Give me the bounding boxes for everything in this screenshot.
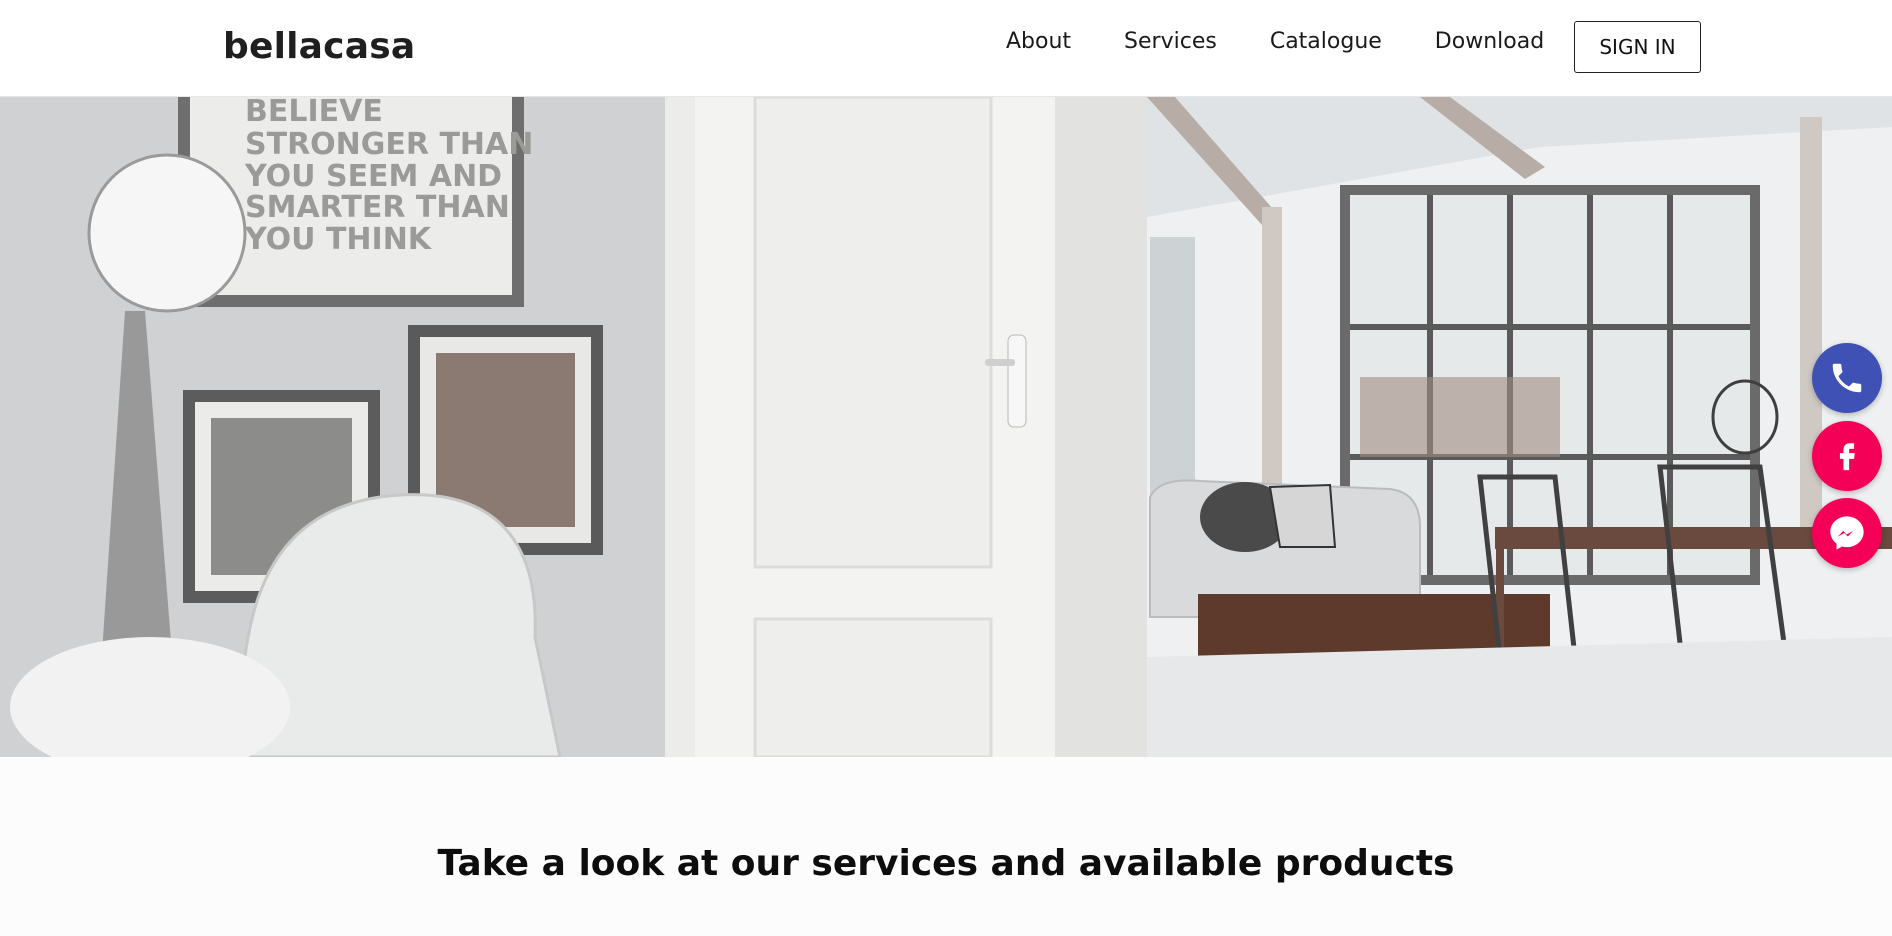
main-nav: About Services Catalogue Download (1006, 29, 1597, 54)
hero-interior-illustration: BELIEVE STRONGER THAN YOU SEEM AND SMART… (0, 97, 1892, 757)
messenger-contact-button[interactable] (1812, 498, 1882, 568)
poster-line-1: BELIEVE (245, 97, 383, 129)
nav-catalogue-link[interactable]: Catalogue (1270, 29, 1382, 54)
poster-line-5: YOU THINK (244, 222, 433, 257)
site-header: bellacasa About Services Catalogue Downl… (0, 0, 1892, 97)
sign-in-button[interactable]: SIGN IN (1574, 21, 1701, 73)
nav-download-link[interactable]: Download (1435, 29, 1544, 54)
section-title: Take a look at our services and availabl… (437, 843, 1455, 884)
nav-services-link[interactable]: Services (1124, 29, 1217, 54)
poster-line-4: SMARTER THAN (245, 190, 510, 225)
phone-contact-button[interactable] (1812, 343, 1882, 413)
poster-line-3: YOU SEEM AND (244, 159, 502, 194)
hero-image: BELIEVE STRONGER THAN YOU SEEM AND SMART… (0, 97, 1892, 757)
facebook-contact-button[interactable] (1812, 421, 1882, 491)
messenger-icon (1830, 516, 1864, 550)
facebook-icon (1839, 443, 1855, 471)
phone-icon (1832, 363, 1862, 393)
poster-line-2: STRONGER THAN (245, 127, 533, 162)
brand-logo[interactable]: bellacasa (223, 26, 415, 67)
nav-about-link[interactable]: About (1006, 29, 1071, 54)
